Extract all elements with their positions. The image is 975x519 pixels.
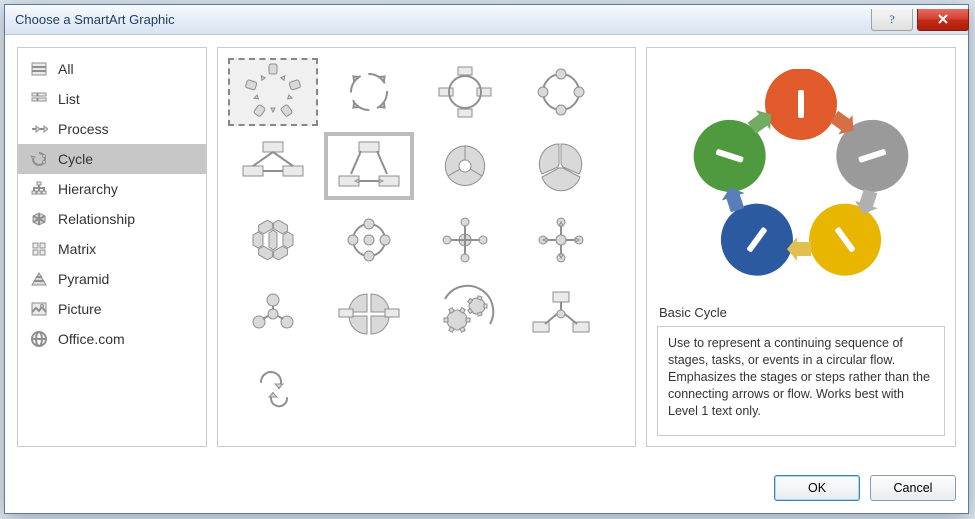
category-officecom[interactable]: Office.com [18,324,206,354]
category-picture[interactable]: Picture [18,294,206,324]
cycle-icon [30,150,48,168]
all-icon [30,60,48,78]
window-buttons: ? [871,9,968,31]
smartart-dialog: Choose a SmartArt Graphic ? All List [4,4,969,514]
layout-grid [217,47,636,447]
help-button[interactable]: ? [871,9,913,31]
category-label: Process [58,121,109,137]
category-cycle[interactable]: Cycle [18,144,206,174]
layout-gear-cycle[interactable] [420,280,510,348]
layout-basic-radial[interactable] [420,206,510,274]
dialog-footer: OK Cancel [17,463,956,501]
category-label: All [58,61,74,77]
close-button[interactable] [917,9,969,31]
dialog-body: All List Process Cycle Hierarchy [5,35,968,513]
category-label: Picture [58,301,102,317]
layout-continuous-cycle[interactable] [228,132,318,200]
globe-icon [30,330,48,348]
preview-image [657,58,945,299]
layout-radial-cycle[interactable] [324,206,414,274]
layout-diverging-radial[interactable] [516,206,606,274]
category-label: Relationship [58,211,135,227]
category-process[interactable]: Process [18,114,206,144]
category-matrix[interactable]: Matrix [18,234,206,264]
layout-pie-cycle[interactable] [516,132,606,200]
pyramid-icon [30,270,48,288]
list-icon [30,90,48,108]
category-pyramid[interactable]: Pyramid [18,264,206,294]
panels: All List Process Cycle Hierarchy [17,47,956,463]
layout-cycle-matrix[interactable] [324,280,414,348]
category-label: Matrix [58,241,96,257]
process-icon [30,120,48,138]
layout-multidirectional-cycle[interactable] [324,132,414,200]
category-list: All List Process Cycle Hierarchy [17,47,207,447]
layout-box-cycle[interactable] [516,280,606,348]
svg-text:?: ? [889,12,894,26]
layout-block-cycle[interactable] [420,58,510,126]
titlebar: Choose a SmartArt Graphic ? [5,5,968,35]
matrix-icon [30,240,48,258]
layout-spiral-cycle[interactable] [228,354,318,422]
category-relationship[interactable]: Relationship [18,204,206,234]
close-icon [936,12,950,26]
layout-segmented-cycle[interactable] [420,132,510,200]
category-label: Hierarchy [58,181,118,197]
layout-circle-arrow[interactable] [228,280,318,348]
dialog-title: Choose a SmartArt Graphic [15,12,175,27]
category-all[interactable]: All [18,54,206,84]
category-label: Pyramid [58,271,109,287]
layout-basic-cycle[interactable] [228,58,318,126]
layout-nondirectional-cycle[interactable] [516,58,606,126]
help-icon: ? [885,12,899,26]
category-label: List [58,91,80,107]
layout-text-cycle[interactable] [324,58,414,126]
ok-button[interactable]: OK [774,475,860,501]
cancel-button[interactable]: Cancel [870,475,956,501]
category-label: Cycle [58,151,93,167]
preview-description: Use to represent a continuing sequence o… [657,326,945,436]
category-label: Office.com [58,331,125,347]
layout-hexagon-cycle[interactable] [228,206,318,274]
category-list-item[interactable]: List [18,84,206,114]
relationship-icon [30,210,48,228]
category-hierarchy[interactable]: Hierarchy [18,174,206,204]
preview-panel: Basic Cycle Use to represent a continuin… [646,47,956,447]
hierarchy-icon [30,180,48,198]
picture-icon [30,300,48,318]
preview-title: Basic Cycle [659,305,943,320]
